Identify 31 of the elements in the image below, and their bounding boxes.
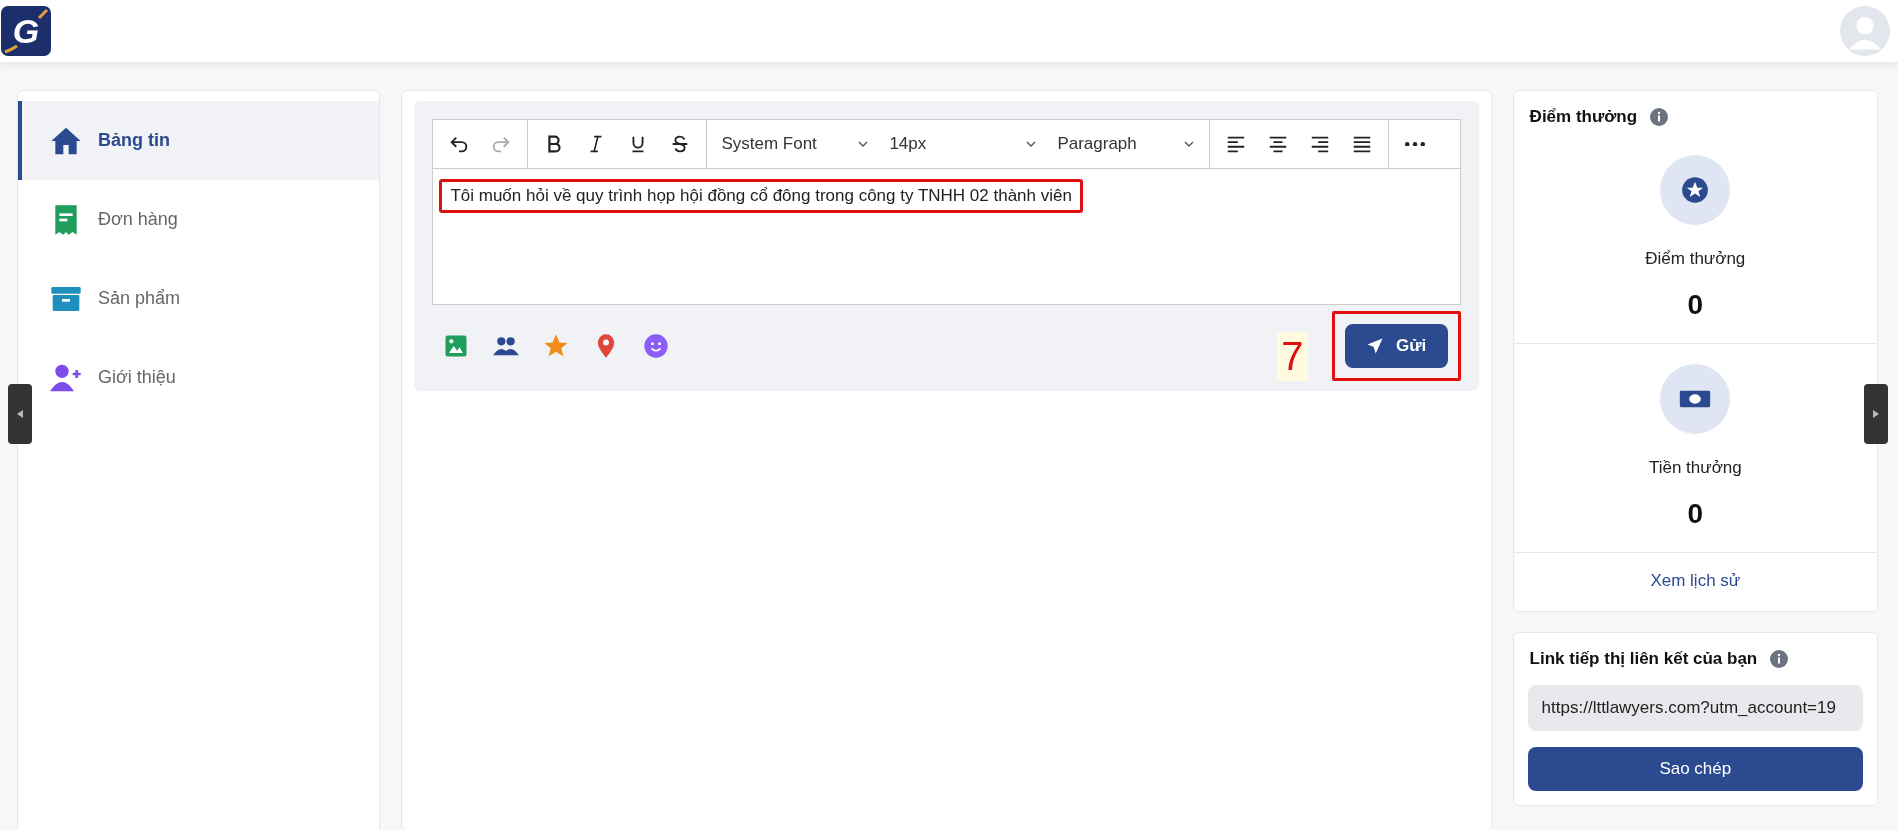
- sidebar-item[interactable]: Bảng tin: [18, 101, 380, 180]
- sidebar-item[interactable]: Đơn hàng: [18, 180, 380, 259]
- more-icon: [1405, 141, 1426, 147]
- info-icon[interactable]: [1769, 649, 1790, 669]
- collapse-right-button[interactable]: [1864, 384, 1888, 444]
- history-link[interactable]: Xem lịch sử: [1513, 553, 1877, 611]
- collapse-left-button[interactable]: [8, 384, 32, 444]
- message-text: Tôi muốn hỏi về quy trình họp hội đồng cổ đông trong công ty TNHH 02 thành viên: [439, 179, 1083, 213]
- send-button[interactable]: Gửi: [1344, 324, 1448, 368]
- step-number: 7: [1277, 331, 1308, 381]
- copy-button[interactable]: Sao chép: [1527, 747, 1863, 791]
- toolbar-dropdown[interactable]: 14px: [883, 126, 1044, 162]
- banknote-icon: [1660, 364, 1731, 434]
- info-icon[interactable]: [1649, 107, 1670, 127]
- star-badge-icon: [1660, 155, 1731, 225]
- sidebar-item[interactable]: Sản phẩm: [18, 259, 380, 338]
- stat-value: 0: [1687, 498, 1704, 530]
- link-field[interactable]: https://lttlawyers.com?utm_account=19: [1527, 685, 1863, 731]
- toolbar-dropdown[interactable]: Paragraph: [1051, 126, 1202, 162]
- card-title: Điểm thưởng: [1529, 107, 1638, 127]
- smiley-icon[interactable]: [642, 332, 671, 360]
- toolbar-dropdown[interactable]: System Font: [715, 126, 876, 162]
- send-icon: [1365, 337, 1384, 355]
- caret-icon: [1871, 409, 1881, 419]
- sidebar-item[interactable]: Giới thiệu: [18, 338, 380, 417]
- caret-icon: [15, 409, 25, 419]
- logo[interactable]: G: [1, 6, 51, 56]
- stat-value: 0: [1687, 289, 1704, 321]
- card-title: Link tiếp thị liên kết của bạn: [1529, 649, 1758, 669]
- stat-label: Tiền thưởng: [1648, 458, 1742, 478]
- stat-label: Điểm thưởng: [1645, 249, 1746, 269]
